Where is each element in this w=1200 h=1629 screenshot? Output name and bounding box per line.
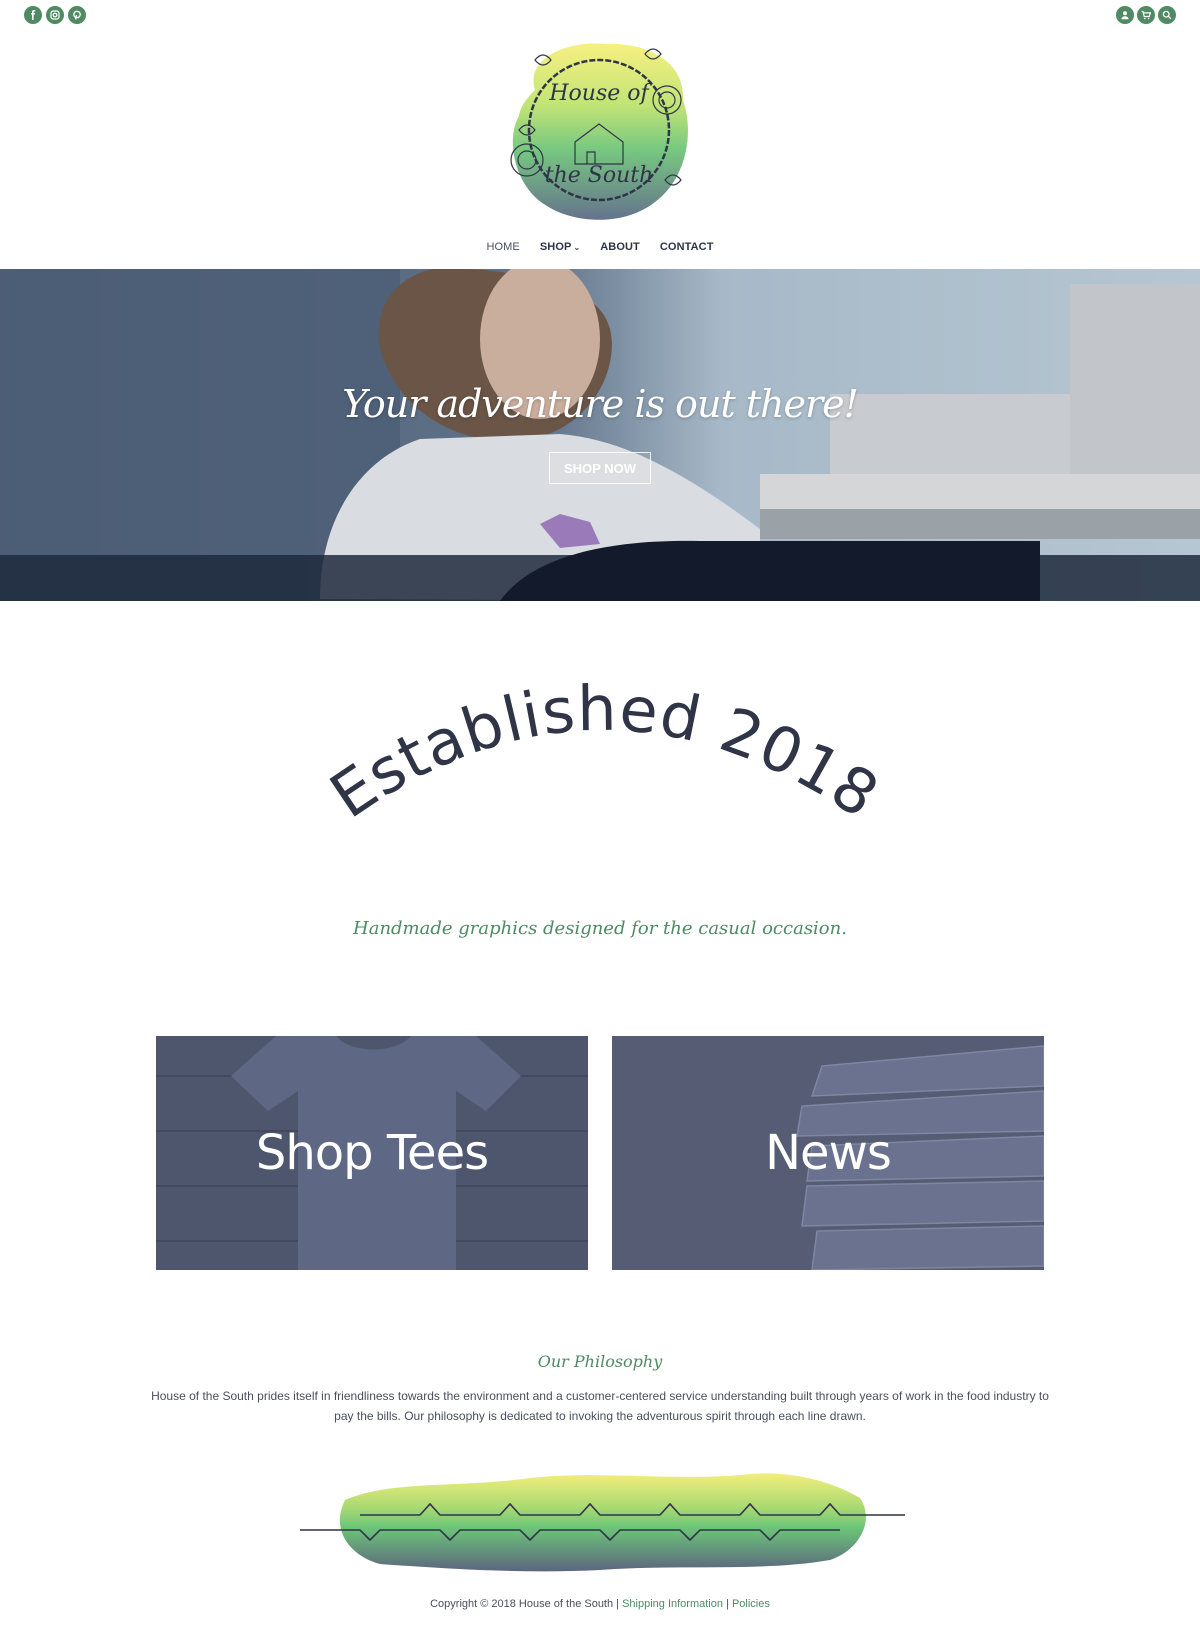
nav-shop[interactable]: SHOP ⌄ xyxy=(540,241,580,253)
facebook-icon[interactable] xyxy=(24,6,42,24)
established-heading: Established 2018 xyxy=(300,660,900,880)
philosophy-title: Our Philosophy xyxy=(537,1352,663,1371)
philosophy-text: House of the South prides itself in frie… xyxy=(151,1389,1049,1423)
social-links xyxy=(24,6,86,24)
shop-now-button[interactable]: SHOP NOW xyxy=(549,452,651,484)
copyright-text: Copyright © 2018 House of the South | xyxy=(430,1598,623,1610)
shop-tees-tile[interactable]: Shop Tees xyxy=(156,1036,588,1270)
shop-tees-label: Shop Tees xyxy=(255,1125,489,1181)
account-icon[interactable] xyxy=(1116,6,1134,24)
cart-icon[interactable] xyxy=(1137,6,1155,24)
logo-line1: House of xyxy=(548,81,652,106)
logo-line2: the South xyxy=(545,163,654,188)
hero-image xyxy=(0,269,1200,601)
shipping-link[interactable]: Shipping Information xyxy=(622,1598,723,1610)
footer: Copyright © 2018 House of the South | Sh… xyxy=(0,1598,1200,1610)
nav-home[interactable]: HOME xyxy=(486,241,519,253)
main-nav: HOME SHOP ⌄ ABOUT CONTACT xyxy=(0,241,1200,253)
established-arc: Established 2018 xyxy=(317,672,892,833)
brushstroke-graphic xyxy=(300,1473,905,1572)
news-tile[interactable]: News xyxy=(612,1036,1044,1270)
instagram-icon[interactable] xyxy=(46,6,64,24)
nav-contact[interactable]: CONTACT xyxy=(660,241,714,253)
search-icon[interactable] xyxy=(1158,6,1176,24)
established-text: Established 2018 xyxy=(317,672,891,833)
decorative-divider xyxy=(300,1460,910,1580)
logo-graphic: House of the South xyxy=(510,43,688,220)
pinterest-icon[interactable] xyxy=(68,6,86,24)
policies-link[interactable]: Policies xyxy=(732,1598,770,1610)
nav-about[interactable]: ABOUT xyxy=(600,241,640,253)
chevron-down-icon: ⌄ xyxy=(573,243,581,252)
site-logo[interactable]: House of the South xyxy=(495,30,705,230)
hero-title: Your adventure is out there! xyxy=(342,382,859,426)
nav-shop-label: SHOP xyxy=(539,241,572,253)
news-label: News xyxy=(765,1125,892,1181)
utility-icons xyxy=(1116,6,1176,24)
footer-separator: | xyxy=(722,1598,732,1610)
hero-banner xyxy=(0,269,1200,601)
svg-text:Established 2018: Established 2018 xyxy=(317,672,892,833)
tagline: Handmade graphics designed for the casua… xyxy=(353,918,847,939)
